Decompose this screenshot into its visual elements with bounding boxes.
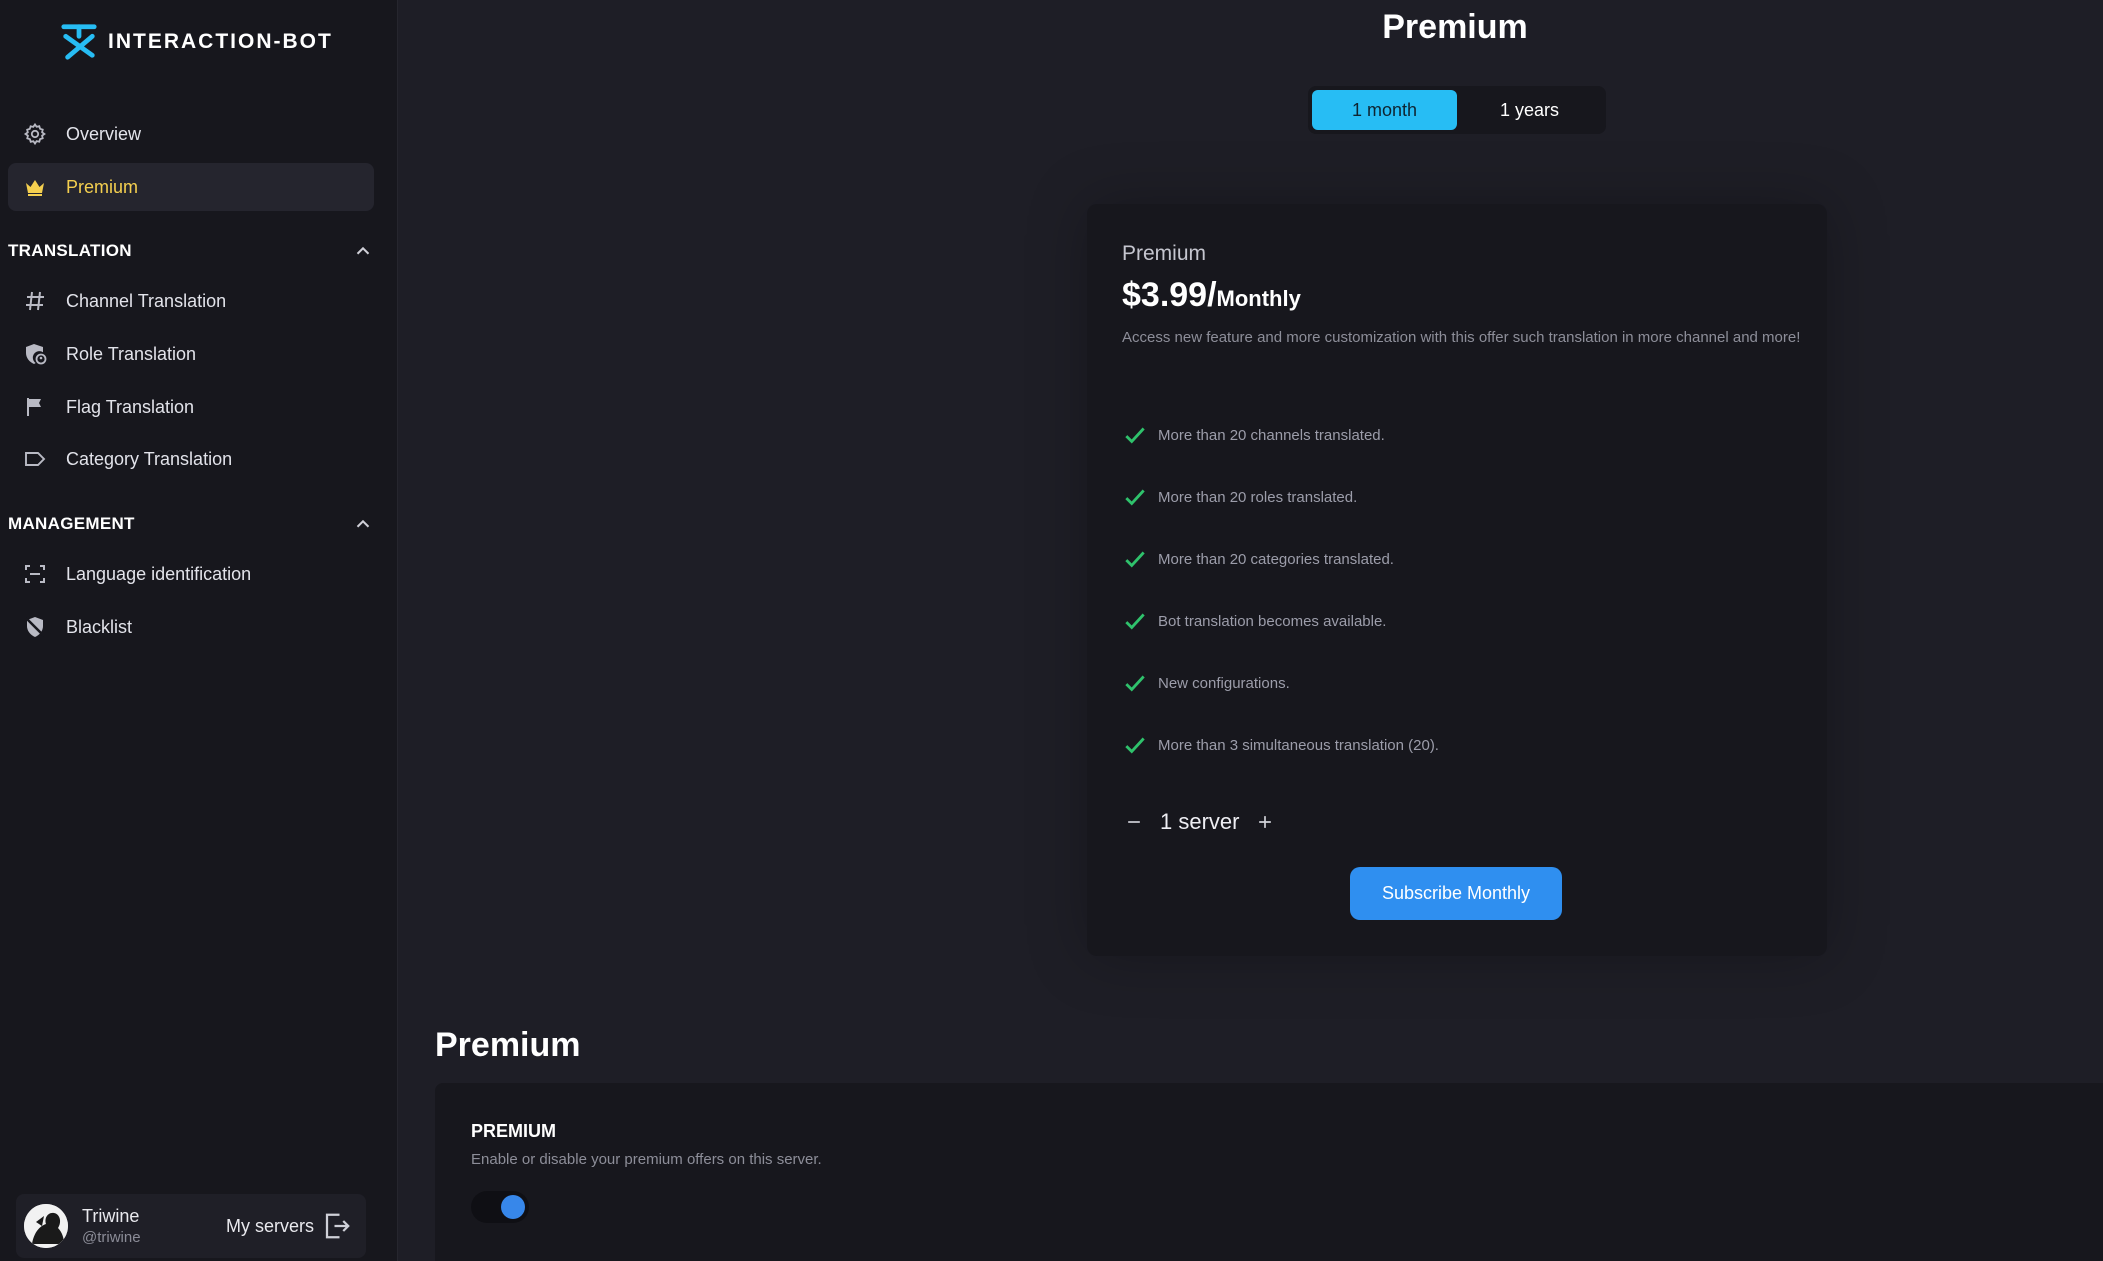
premium-setting-panel: PREMIUM Enable or disable your premium o…	[435, 1083, 2103, 1261]
sidebar-item-label: Channel Translation	[66, 290, 227, 311]
sidebar-item-flag-translation[interactable]: Flag Translation	[8, 383, 374, 431]
sidebar-item-label: Premium	[66, 176, 139, 197]
sidebar-item-role-translation[interactable]: Role Translation	[8, 330, 374, 378]
hash-icon	[22, 288, 48, 314]
feature-item: More than 3 simultaneous translation (20…	[1122, 714, 1802, 776]
sidebar: INTERACTION-BOT Overview Premium TRANSLA…	[0, 0, 398, 1261]
role-shield-icon	[22, 341, 48, 367]
premium-section-title: Premium	[435, 1026, 581, 1064]
sidebar-item-label: Flag Translation	[66, 396, 195, 417]
check-icon	[1125, 675, 1145, 692]
minus-icon[interactable]	[1122, 810, 1146, 834]
period-toggle: 1 month 1 years	[1308, 86, 1606, 134]
price-amount: $3.99/	[1122, 276, 1217, 314]
brand[interactable]: INTERACTION-BOT	[60, 22, 333, 62]
sidebar-item-label: Category Translation	[66, 448, 233, 469]
section-header-translation[interactable]: TRANSLATION	[8, 236, 374, 266]
plan-name: Premium	[1122, 242, 1207, 265]
period-option-1-years[interactable]: 1 years	[1457, 90, 1602, 130]
user-name: Triwine	[82, 1206, 140, 1226]
sidebar-item-blacklist[interactable]: Blacklist	[8, 603, 374, 651]
my-servers-button[interactable]: My servers	[226, 1211, 352, 1241]
sidebar-item-label: Overview	[66, 123, 142, 144]
feature-item: Bot translation becomes available.	[1122, 590, 1802, 652]
server-quantity: 1 server	[1160, 809, 1240, 834]
setting-help-text: Enable or disable your premium offers on…	[471, 1151, 822, 1168]
server-quantity-stepper: 1 server	[1122, 802, 1277, 842]
feature-item: New configurations.	[1122, 652, 1802, 714]
sidebar-item-category-translation[interactable]: Category Translation	[8, 435, 374, 483]
feature-item: More than 20 categories translated.	[1122, 528, 1802, 590]
plan-price: $3.99/ Monthly	[1122, 276, 1301, 315]
section-title: MANAGEMENT	[8, 514, 135, 533]
toggle-knob	[501, 1195, 525, 1219]
user-handle: @triwine	[82, 1229, 141, 1246]
period-option-1-month[interactable]: 1 month	[1312, 90, 1457, 130]
feature-text: Bot translation becomes available.	[1158, 612, 1387, 630]
plus-icon[interactable]	[1253, 810, 1277, 834]
plan-description: Access new feature and more customizatio…	[1122, 329, 1801, 346]
shield-off-icon	[22, 614, 48, 640]
brand-name: INTERACTION-BOT	[108, 30, 333, 53]
feature-text: More than 20 channels translated.	[1158, 426, 1385, 444]
section-title: TRANSLATION	[8, 241, 132, 260]
logout-icon	[325, 1213, 350, 1239]
check-icon	[1125, 551, 1145, 568]
premium-toggle[interactable]	[471, 1191, 529, 1223]
page-title: Premium	[1382, 8, 1528, 46]
check-icon	[1125, 427, 1145, 444]
sidebar-item-label: Role Translation	[66, 343, 197, 364]
chevron-up-icon[interactable]	[352, 240, 374, 262]
tag-icon	[22, 446, 48, 472]
check-icon	[1125, 737, 1145, 754]
gear-icon	[22, 121, 48, 147]
feature-text: More than 20 categories translated.	[1158, 550, 1394, 568]
flag-icon	[22, 394, 48, 420]
setting-label: PREMIUM	[471, 1121, 556, 1141]
user-info: Triwine @triwine	[82, 1206, 141, 1246]
avatar[interactable]	[24, 1204, 68, 1248]
my-servers-label: My servers	[225, 1215, 314, 1236]
feature-list: More than 20 channels translated. More t…	[1122, 404, 1802, 776]
sidebar-item-label: Language identification	[66, 563, 252, 584]
sidebar-item-overview[interactable]: Overview	[8, 110, 374, 158]
plan-card: Premium $3.99/ Monthly Access new featur…	[1087, 204, 1827, 956]
feature-item: More than 20 channels translated.	[1122, 404, 1802, 466]
scan-icon	[22, 561, 48, 587]
user-card: Triwine @triwine My servers	[16, 1194, 366, 1258]
crown-icon	[22, 174, 48, 200]
check-icon	[1125, 489, 1145, 506]
price-period: Monthly	[1216, 286, 1301, 311]
feature-text: More than 3 simultaneous translation (20…	[1158, 736, 1439, 754]
feature-text: More than 20 roles translated.	[1158, 488, 1358, 506]
bot-logo-icon	[60, 23, 98, 61]
feature-item: More than 20 roles translated.	[1122, 466, 1802, 528]
sidebar-item-language-identification[interactable]: Language identification	[8, 550, 374, 598]
sidebar-item-label: Blacklist	[66, 616, 133, 637]
section-header-management[interactable]: MANAGEMENT	[8, 509, 374, 539]
sidebar-item-channel-translation[interactable]: Channel Translation	[8, 277, 374, 325]
subscribe-button[interactable]: Subscribe Monthly	[1350, 867, 1562, 920]
chevron-up-icon[interactable]	[352, 513, 374, 535]
sidebar-item-premium[interactable]: Premium	[8, 163, 374, 211]
feature-text: New configurations.	[1158, 674, 1290, 692]
check-icon	[1125, 613, 1145, 630]
